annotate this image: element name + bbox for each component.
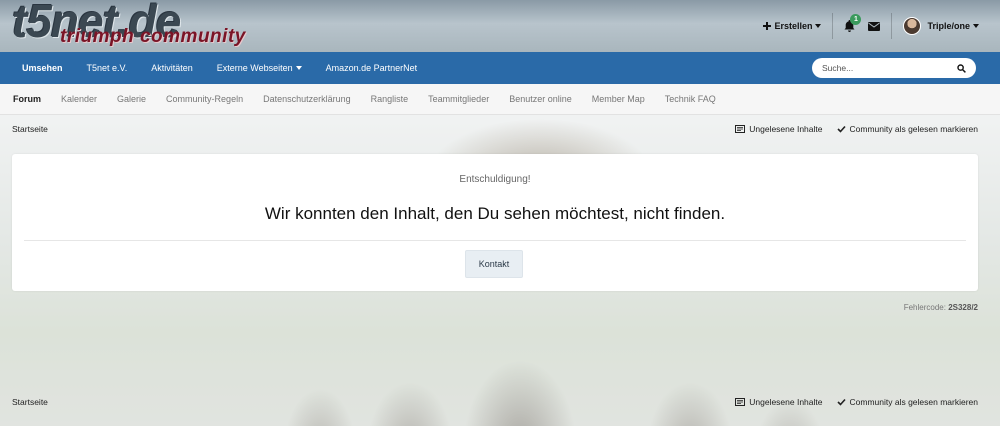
newspaper-icon (735, 125, 746, 133)
bell-icon: 1 (844, 14, 862, 32)
caret-down-icon (815, 24, 822, 28)
messages-button[interactable] (866, 10, 891, 42)
subnav-item-benutzer-online[interactable]: Benutzer online (499, 94, 582, 104)
error-panel: Entschuldigung! Wir konnten den Inhalt, … (12, 154, 978, 291)
create-label: Erstellen (774, 21, 813, 31)
create-menu-button[interactable]: Erstellen (752, 10, 832, 42)
subnav-item-galerie[interactable]: Galerie (107, 94, 156, 104)
search-box (812, 58, 976, 78)
unread-content-link[interactable]: Ungelesene Inhalte (735, 397, 823, 407)
caret-down-icon (295, 66, 302, 70)
contact-button[interactable]: Kontakt (465, 250, 523, 278)
breadcrumb-bottom: Startseite Ungelesene Inhalte Community … (12, 394, 978, 410)
nav-label: Amazon.de PartnerNet (325, 63, 418, 73)
nav-item-amazon-partnernet[interactable]: Amazon.de PartnerNet (314, 52, 430, 84)
subnav-item-rangliste[interactable]: Rangliste (361, 94, 419, 104)
breadcrumb-actions: Ungelesene Inhalte Community als gelesen… (735, 124, 978, 134)
unread-content-label: Ungelesene Inhalte (749, 397, 823, 407)
username: Triple/one (927, 21, 970, 31)
subnav-item-teammitglieder[interactable]: Teammitglieder (418, 94, 499, 104)
breadcrumb-home-link[interactable]: Startseite (12, 397, 48, 407)
nav-item-aktivitaeten[interactable]: Aktivitäten (139, 52, 205, 84)
error-code: Fehlercode: 2S328/2 (904, 303, 978, 312)
subnav-item-kalender[interactable]: Kalender (51, 94, 107, 104)
mark-read-link[interactable]: Community als gelesen markieren (836, 124, 979, 134)
nav-label: Externe Webseiten (216, 63, 293, 73)
nav-item-umsehen[interactable]: Umsehen (0, 52, 75, 84)
error-apology: Entschuldigung! (459, 174, 531, 185)
subnav-item-community-regeln[interactable]: Community-Regeln (156, 94, 253, 104)
caret-down-icon (973, 24, 979, 28)
nav-item-externe-webseiten[interactable]: Externe Webseiten (205, 52, 314, 84)
newspaper-icon (735, 398, 746, 406)
breadcrumb-top: Startseite Ungelesene Inhalte Community … (12, 121, 978, 137)
unread-content-label: Ungelesene Inhalte (749, 124, 823, 134)
unread-content-link[interactable]: Ungelesene Inhalte (735, 124, 823, 134)
user-menu-button[interactable]: Triple/one (892, 10, 990, 42)
user-bar: Erstellen 1 Triple/one (752, 10, 990, 42)
error-code-label: Fehlercode: (903, 303, 946, 312)
envelope-icon (868, 21, 881, 31)
avatar (903, 17, 922, 35)
site-header: t5net.de triumph community Erstellen 1 T… (0, 0, 1000, 52)
error-message: Wir konnten den Inhalt, den Du sehen möc… (264, 204, 726, 223)
mark-read-label: Community als gelesen markieren (849, 124, 979, 134)
breadcrumb-actions: Ungelesene Inhalte Community als gelesen… (735, 397, 978, 407)
plus-icon (763, 22, 772, 30)
mark-read-link[interactable]: Community als gelesen markieren (836, 397, 979, 407)
divider (24, 240, 966, 241)
search-input[interactable] (822, 63, 952, 73)
nav-label: Aktivitäten (151, 63, 193, 73)
subnav-item-datenschutz[interactable]: Datenschutzerklärung (253, 94, 361, 104)
mark-read-label: Community als gelesen markieren (849, 397, 979, 407)
primary-nav: Umsehen T5net e.V. Aktivitäten Externe W… (0, 52, 1000, 84)
nav-item-t5net-ev[interactable]: T5net e.V. (75, 52, 140, 84)
logo-sub-text: triumph community (60, 26, 246, 47)
search-icon[interactable] (957, 63, 966, 73)
notification-count-badge: 1 (850, 14, 862, 25)
subnav-item-forum[interactable]: Forum (3, 94, 51, 104)
error-code-value: 2S328/2 (948, 303, 978, 312)
nav-label: T5net e.V. (86, 63, 128, 73)
subnav-item-member-map[interactable]: Member Map (582, 94, 655, 104)
secondary-nav: Forum Kalender Galerie Community-Regeln … (0, 84, 1000, 115)
breadcrumb-home-link[interactable]: Startseite (12, 124, 48, 134)
checkmark-icon (836, 398, 846, 406)
notifications-button[interactable]: 1 (833, 10, 866, 42)
checkmark-icon (836, 125, 846, 133)
nav-label: Umsehen (22, 63, 63, 73)
subnav-item-technik-faq[interactable]: Technik FAQ (655, 94, 726, 104)
